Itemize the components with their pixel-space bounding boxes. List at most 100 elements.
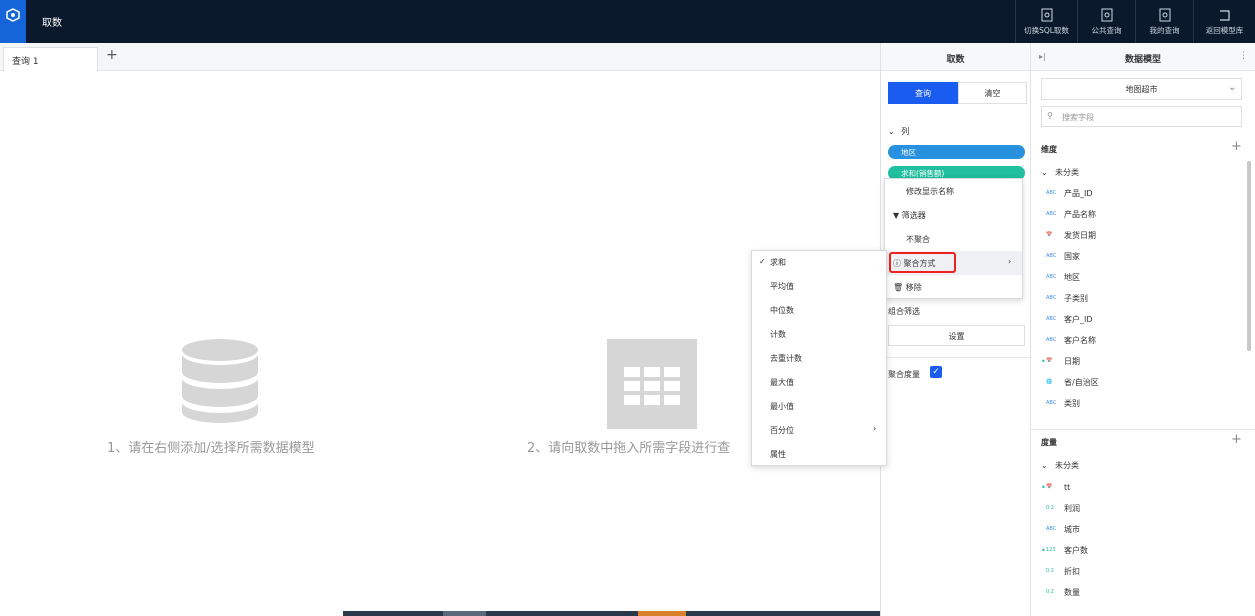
database-icon [182, 339, 258, 423]
field-type-icon: ABC [1046, 526, 1057, 532]
chevron-down-icon: ⌄ [1041, 167, 1048, 177]
field-name: 地区 [1064, 272, 1080, 282]
dimension-field[interactable]: ABC 类别 [1041, 396, 1080, 410]
search-icon: ⚲ [1047, 111, 1053, 120]
agg-average[interactable]: 平均值 [752, 275, 886, 299]
public-query-button[interactable]: 公共查询 [1077, 0, 1135, 43]
model-select[interactable]: 地图超市 ⌄ [1041, 78, 1242, 100]
field-type-icon: 0.2 [1046, 568, 1054, 574]
settings-button[interactable]: 设置 [888, 325, 1025, 346]
dimension-uncategorized[interactable]: ⌄ 未分类 [1041, 165, 1079, 179]
my-query-icon [1159, 8, 1170, 21]
chevron-right-icon: › [873, 424, 877, 433]
taskbar-strip [0, 611, 880, 616]
columns-section[interactable]: ⌄ 列 [888, 126, 909, 137]
measure-field[interactable]: 0.2 数量 [1041, 585, 1080, 599]
dimension-field[interactable]: 📅 发货日期 [1041, 228, 1096, 242]
scrollbar[interactable] [1247, 161, 1251, 351]
measure-uncategorized[interactable]: ⌄ 未分类 [1041, 458, 1079, 472]
trash-icon: 🗑 [893, 283, 904, 292]
dimension-field[interactable]: ABC 产品名称 [1041, 207, 1096, 221]
chevron-down-icon: ⌄ [888, 127, 895, 136]
combine-filter-label: 组合筛选 [888, 307, 920, 316]
agg-percentile[interactable]: 百分位 › [752, 419, 886, 443]
switch-sql-button[interactable]: 切换SQL取数 [1015, 0, 1077, 43]
more-icon[interactable]: ⋮ [1239, 51, 1248, 61]
measure-field[interactable]: 0.2 利润 [1041, 501, 1080, 515]
measure-field[interactable]: ABC 城市 [1041, 522, 1080, 536]
measure-field[interactable]: • 📅 tt [1041, 480, 1070, 494]
field-type-icon: 0.2 [1046, 505, 1054, 511]
app-logo[interactable] [0, 0, 26, 43]
menu-filter[interactable]: ▼ 筛选器 [885, 203, 1022, 227]
field-name: 日期 [1064, 356, 1080, 366]
dimension-field[interactable]: ABC 国家 [1041, 249, 1080, 263]
add-tab-button[interactable]: + [106, 47, 118, 63]
agg-median[interactable]: 中位数 [752, 299, 886, 323]
field-type-icon: ABC [1046, 337, 1057, 343]
logo-icon [6, 8, 20, 22]
field-name: 类别 [1064, 398, 1080, 408]
menu-rename[interactable]: 修改显示名称 [885, 179, 1022, 203]
agg-min[interactable]: 最小值 [752, 395, 886, 419]
my-query-button[interactable]: 我的查询 [1135, 0, 1193, 43]
dimension-field[interactable]: • 📅 日期 [1041, 354, 1080, 368]
dimension-field[interactable]: ABC 产品_ID [1041, 186, 1093, 200]
query-panel: 取数 查询 清空 ⌄ 列 地区 求和(销售额) 组合筛选 设置 聚合度量 ✓ [880, 43, 1031, 616]
table-icon [607, 339, 697, 429]
field-type-icon: ABC [1046, 211, 1057, 217]
app-title: 取数 [42, 18, 62, 29]
query-button[interactable]: 查询 [888, 82, 958, 104]
dimension-field[interactable]: ABC 子类别 [1041, 291, 1088, 305]
field-name: 产品名称 [1064, 209, 1096, 219]
agg-distinct-count[interactable]: 去重计数 [752, 347, 886, 371]
measure-field[interactable]: • 123 客户数 [1041, 543, 1088, 557]
agg-sum[interactable]: ✓ 求和 [752, 251, 886, 275]
agg-attribute[interactable]: 属性 [752, 443, 886, 467]
hint-drag-fields: 2、请向取数中拖入所需字段进行查 [527, 441, 731, 456]
field-type-icon: 📅 [1046, 232, 1053, 238]
tab-query-1[interactable]: 查询 1 [3, 47, 98, 71]
dimension-field[interactable]: ABC 地区 [1041, 270, 1080, 284]
add-dimension-button[interactable]: + [1231, 139, 1242, 154]
divider [881, 357, 1030, 358]
pill-context-menu: 修改显示名称 ▼ 筛选器 不聚合 ⓘ 聚合方式 › 🗑 移除 [884, 178, 1023, 299]
field-name: 国家 [1064, 251, 1080, 261]
field-name: 数量 [1064, 587, 1080, 597]
dimension-field[interactable]: ABC 客户_ID [1041, 312, 1093, 326]
workspace: 1、请在右侧添加/选择所需数据模型 2、请向取数中拖入所需字段进行查 [0, 71, 880, 616]
agg-max[interactable]: 最大值 [752, 371, 886, 395]
field-search-input[interactable]: ⚲ 搜索字段 [1041, 106, 1242, 127]
field-type-icon: ABC [1046, 274, 1057, 280]
chevron-down-icon: ⌄ [1041, 460, 1048, 470]
field-type-icon: ABC [1046, 400, 1057, 406]
field-type-icon: ABC [1046, 295, 1057, 301]
dimension-field[interactable]: ABC 客户名称 [1041, 333, 1096, 347]
dimension-field[interactable]: 🌐 省/自治区 [1041, 375, 1099, 389]
add-measure-button[interactable]: + [1231, 432, 1242, 447]
field-name: 城市 [1064, 524, 1080, 534]
field-type-icon: 📅 [1046, 484, 1053, 490]
public-query-icon [1101, 8, 1112, 21]
menu-no-aggregate[interactable]: 不聚合 [885, 227, 1022, 251]
column-pill-region[interactable]: 地区 [888, 145, 1025, 159]
query-panel-title: 取数 [881, 43, 1030, 71]
agg-count[interactable]: 计数 [752, 323, 886, 347]
menu-remove[interactable]: 🗑 移除 [885, 275, 1022, 299]
chevron-right-icon: › [1008, 257, 1012, 266]
chevron-down-icon: ⌄ [1228, 82, 1237, 93]
measure-field[interactable]: 0.2 折扣 [1041, 564, 1080, 578]
clear-button[interactable]: 清空 [958, 82, 1027, 104]
field-name: 折扣 [1064, 566, 1080, 576]
return-model-library-button[interactable]: 返回模型库 [1193, 0, 1255, 43]
filter-icon: ▼ [893, 211, 900, 220]
sql-doc-icon [1041, 8, 1052, 21]
model-panel-header: ▸| 数据模型 ⋮ [1031, 43, 1255, 71]
highlight-box [889, 252, 956, 273]
check-icon: ✓ [759, 257, 766, 266]
field-type-icon: 123 [1046, 547, 1056, 553]
aggregate-measure-checkbox[interactable]: ✓ [930, 366, 942, 378]
field-name: 客户数 [1064, 545, 1088, 555]
dimension-title: 维度 [1041, 145, 1057, 154]
return-icon [1219, 9, 1230, 21]
